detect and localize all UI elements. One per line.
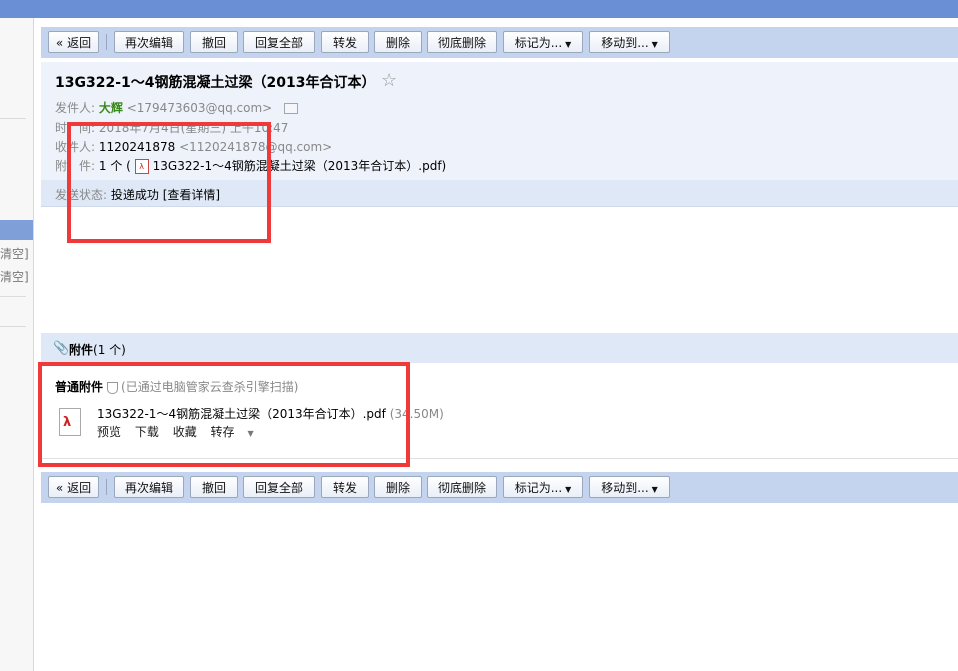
reply-all-button[interactable]: 回复全部: [243, 31, 315, 53]
highlight-box: [67, 122, 271, 243]
sidebar-clear-link[interactable]: 清空]: [0, 245, 33, 262]
delete-permanently-button[interactable]: 彻底删除: [427, 476, 497, 498]
mark-as-label: 标记为...: [514, 481, 563, 495]
move-to-dropdown[interactable]: 移动到... ▼: [589, 476, 670, 498]
delete-button[interactable]: 删除: [374, 476, 422, 498]
mark-as-dropdown[interactable]: 标记为... ▼: [503, 31, 583, 53]
from-row: 发件人: 大辉 <179473603@qq.com>: [55, 99, 299, 116]
top-bar: [0, 0, 958, 18]
re-edit-button[interactable]: 再次编辑: [114, 476, 184, 498]
attachments-title-text: 附件: [69, 343, 94, 357]
attachments-title: 附件(1 个): [69, 341, 126, 358]
toolbar-separator: [106, 479, 107, 495]
sidebar-divider: [0, 118, 26, 119]
chevron-down-icon: ▼: [565, 40, 572, 49]
left-sidebar: 清空] 清空]: [0, 18, 34, 671]
chevron-down-icon: ▼: [651, 40, 658, 49]
chevron-down-icon: ▼: [651, 485, 658, 494]
toolbar-top: « 返回 再次编辑 撤回 回复全部 转发 删除 彻底删除 标记为... ▼ 移动到…: [41, 27, 958, 58]
reply-all-button[interactable]: 回复全部: [243, 476, 315, 498]
sidebar-divider: [0, 296, 26, 297]
back-button[interactable]: « 返回: [48, 31, 99, 53]
delete-button[interactable]: 删除: [374, 31, 422, 53]
mark-as-label: 标记为...: [514, 36, 563, 50]
contact-card-icon[interactable]: [284, 103, 299, 114]
paperclip-icon: 📎: [53, 341, 70, 356]
toolbar-bottom: « 返回 再次编辑 撤回 回复全部 转发 删除 彻底删除 标记为... ▼ 移动到…: [41, 472, 958, 503]
forward-button[interactable]: 转发: [321, 31, 369, 53]
mark-as-dropdown[interactable]: 标记为... ▼: [503, 476, 583, 498]
toolbar-separator: [106, 34, 107, 50]
move-to-label: 移动到...: [601, 481, 649, 495]
delete-permanently-button[interactable]: 彻底删除: [427, 31, 497, 53]
attachments-header: 📎 附件(1 个): [41, 333, 958, 363]
sidebar-divider: [0, 326, 26, 327]
star-icon[interactable]: ☆: [381, 70, 397, 91]
sender-email: <179473603@qq.com>: [126, 101, 273, 115]
back-button[interactable]: « 返回: [48, 476, 99, 498]
forward-button[interactable]: 转发: [321, 476, 369, 498]
attachments-count: (1 个): [93, 343, 126, 357]
recall-button[interactable]: 撤回: [190, 476, 238, 498]
move-to-dropdown[interactable]: 移动到... ▼: [589, 31, 670, 53]
sidebar-clear-link[interactable]: 清空]: [0, 268, 33, 285]
re-edit-button[interactable]: 再次编辑: [114, 31, 184, 53]
move-to-label: 移动到...: [601, 36, 649, 50]
sidebar-selected-item[interactable]: [0, 220, 33, 240]
highlight-box: [38, 362, 410, 467]
email-subject: 13G322-1～4钢筋混凝土过梁（2013年合订本）: [55, 75, 376, 91]
sender-name[interactable]: 大辉: [99, 101, 123, 115]
chevron-down-icon: ▼: [565, 485, 572, 494]
from-label: 发件人:: [55, 101, 96, 115]
recall-button[interactable]: 撤回: [190, 31, 238, 53]
